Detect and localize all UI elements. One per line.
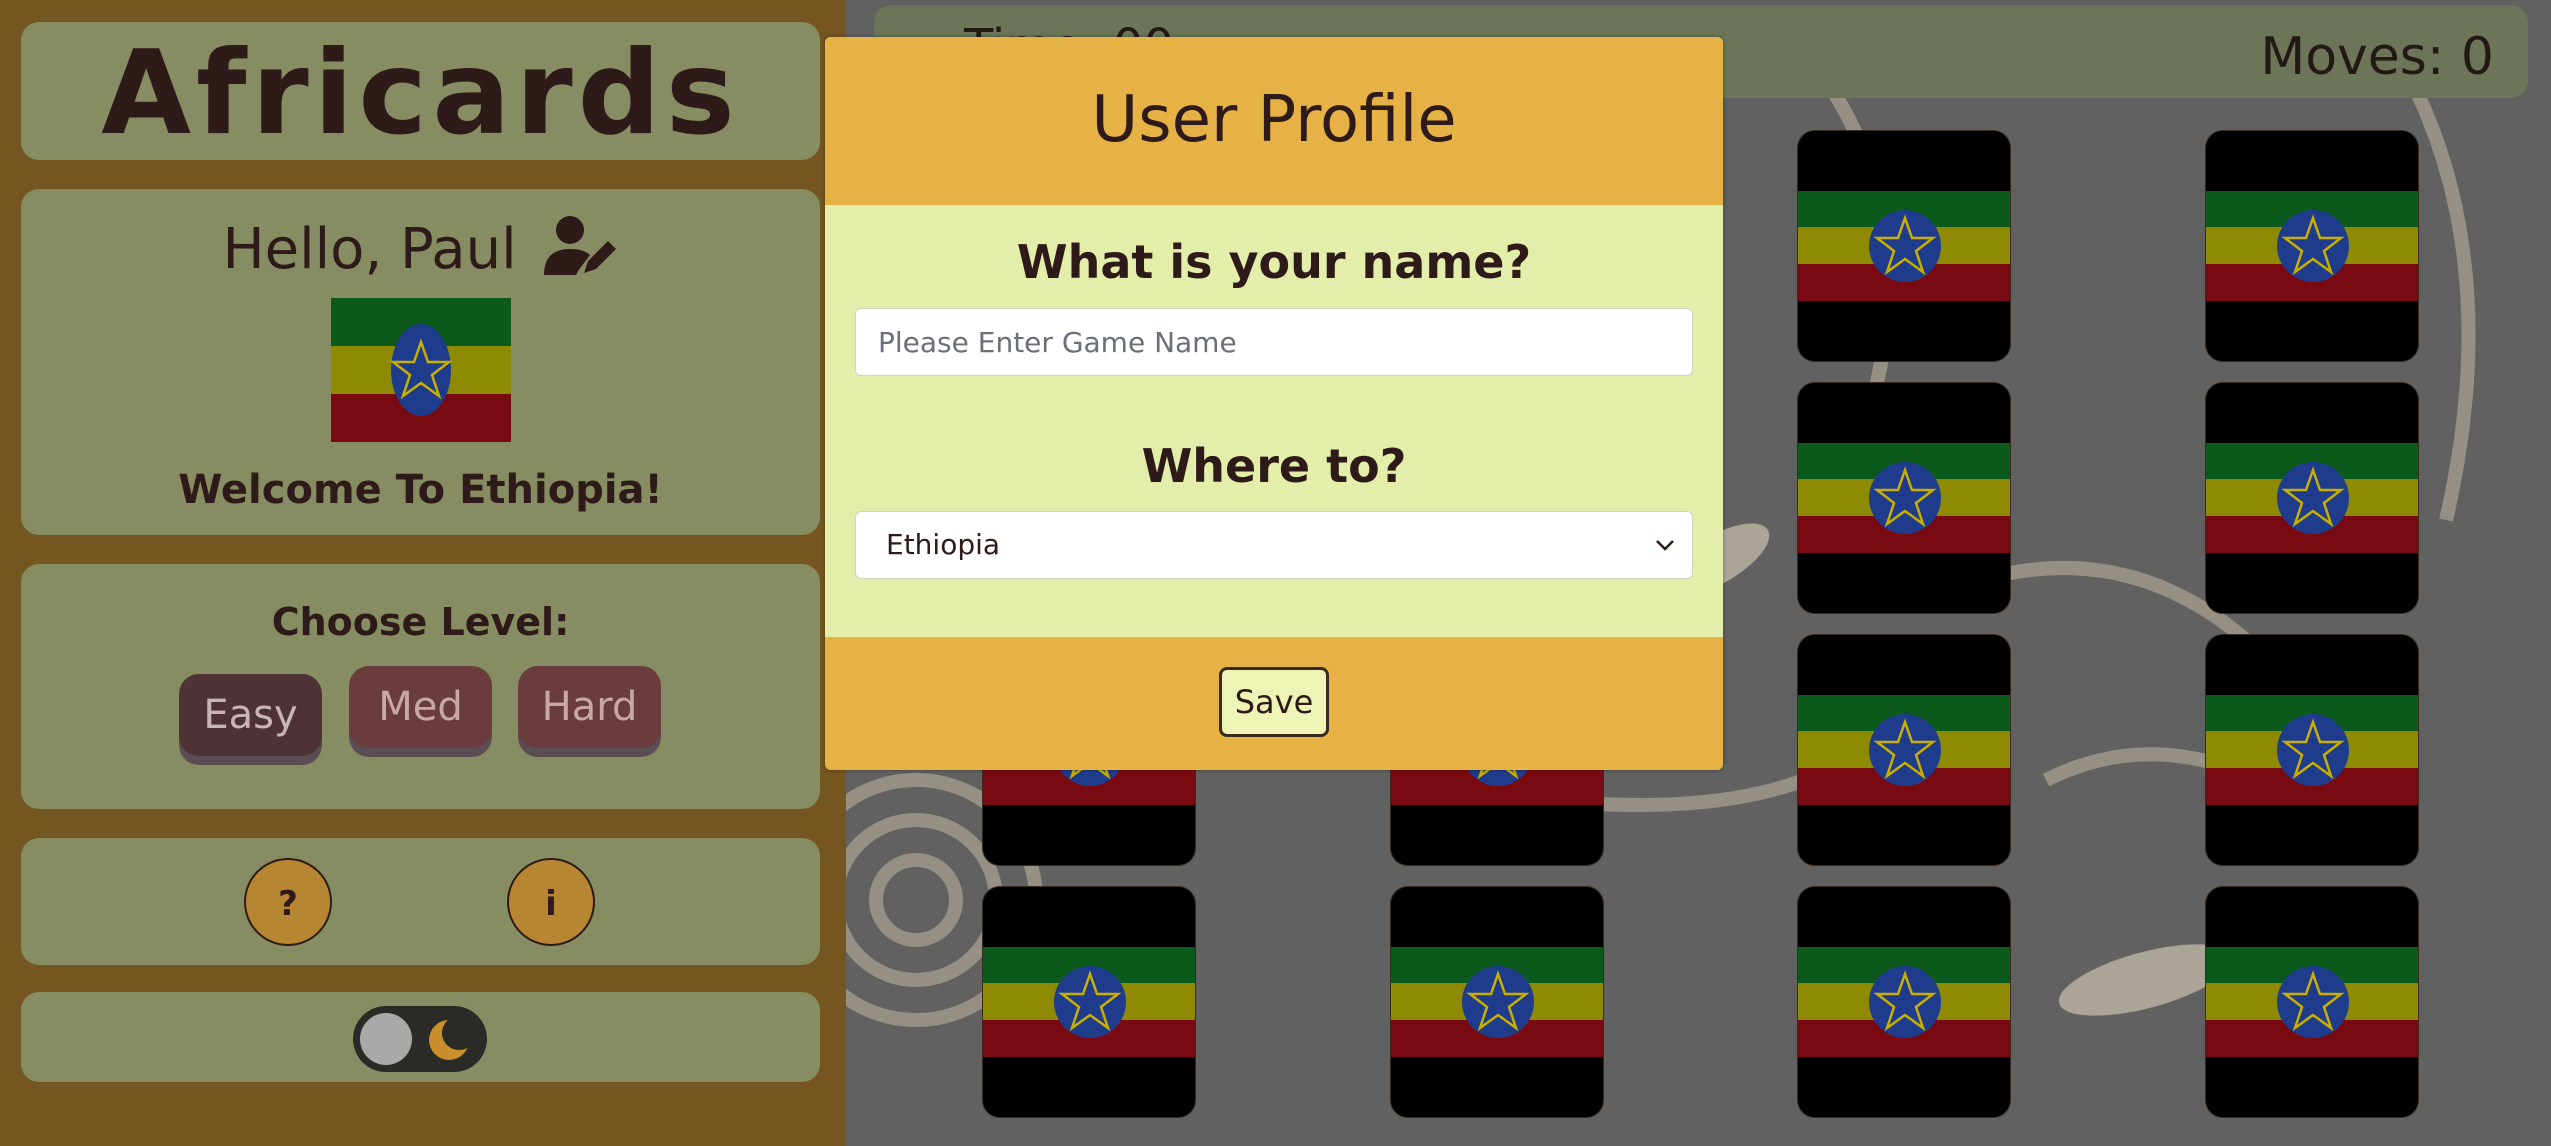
modal-header: User Profile [825, 37, 1723, 205]
moves-counter: Moves: 0 [2260, 27, 2494, 87]
chevron-down-icon [1656, 540, 1674, 551]
greeting: Hello, Paul [21, 215, 820, 291]
user-edit-icon[interactable] [544, 215, 618, 291]
level-panel: Choose Level: Easy Med Hard [21, 564, 820, 809]
memory-card[interactable] [1797, 130, 2011, 362]
modal-footer: Save [825, 637, 1723, 770]
title-panel: Africards [21, 22, 820, 160]
moon-icon [429, 1019, 470, 1060]
profile-panel: Hello, Paul Welcome To Ethiopia! [21, 189, 820, 535]
card-flag-image [1798, 443, 2010, 553]
greeting-text: Hello, Paul [222, 217, 517, 283]
med-button[interactable]: Med [349, 666, 492, 748]
memory-card[interactable] [1797, 382, 2011, 614]
card-flag-image [1391, 947, 1603, 1057]
theme-panel [21, 992, 820, 1082]
destination-question: Where to? [1141, 439, 1407, 493]
card-flag-image [1798, 191, 2010, 301]
level-label: Choose Level: [271, 600, 570, 644]
save-button[interactable]: Save [1219, 667, 1329, 737]
dark-mode-toggle[interactable] [353, 1006, 487, 1072]
card-flag-image [2206, 695, 2418, 805]
card-flag-image [2206, 191, 2418, 301]
memory-card[interactable] [1797, 886, 2011, 1118]
memory-card[interactable] [982, 886, 1196, 1118]
memory-card[interactable] [2205, 886, 2419, 1118]
selected-country: Ethiopia [886, 528, 1001, 561]
card-flag-image [1798, 695, 2010, 805]
memory-card[interactable] [1390, 886, 1604, 1118]
card-flag-image [1798, 947, 2010, 1057]
name-question: What is your name? [1016, 235, 1532, 289]
memory-card[interactable] [2205, 130, 2419, 362]
card-flag-image [2206, 947, 2418, 1057]
help-button[interactable]: ? [244, 858, 332, 946]
toggle-knob [360, 1013, 412, 1065]
memory-card[interactable] [2205, 634, 2419, 866]
welcome-text: Welcome To Ethiopia! [178, 467, 663, 513]
memory-card[interactable] [1797, 634, 2011, 866]
name-input[interactable] [855, 308, 1693, 376]
sidebar: Africards Hello, Paul Welcome To Ethiopi… [0, 0, 846, 1146]
ethiopia-flag [331, 298, 511, 442]
user-profile-modal: User Profile What is your name? Where to… [825, 37, 1723, 770]
memory-card[interactable] [2205, 382, 2419, 614]
help-panel: ? i [21, 838, 820, 965]
app-title: Africards [101, 26, 740, 161]
card-flag-image [2206, 443, 2418, 553]
easy-button[interactable]: Easy [179, 674, 322, 756]
card-flag-image [983, 947, 1195, 1057]
info-button[interactable]: i [507, 858, 595, 946]
modal-title: User Profile [1091, 83, 1457, 157]
hard-button[interactable]: Hard [518, 666, 661, 748]
country-select[interactable]: Ethiopia [855, 511, 1693, 579]
